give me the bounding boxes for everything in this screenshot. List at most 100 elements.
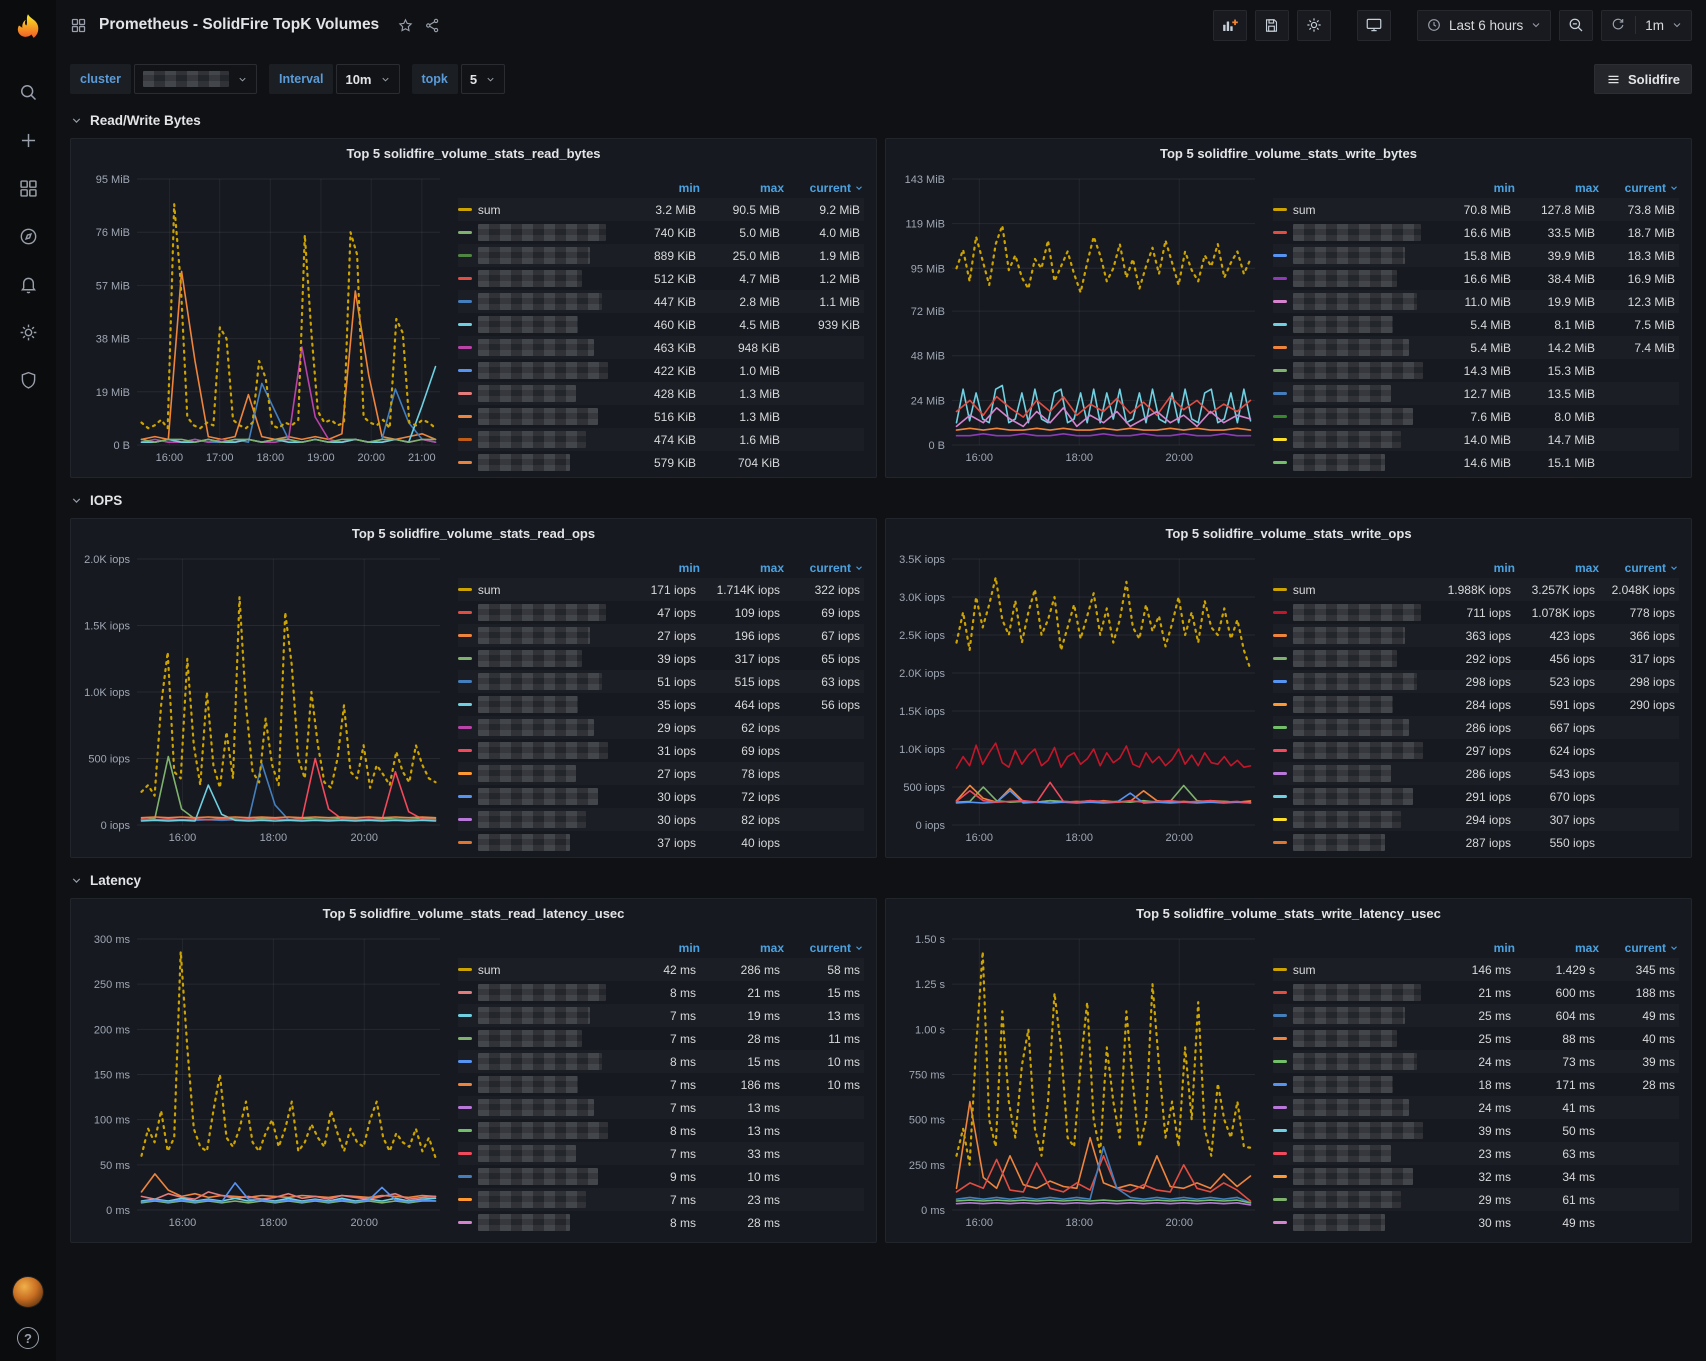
legend-sort-min[interactable]: min <box>1441 181 1515 195</box>
redacted-series-name[interactable] <box>1292 385 1391 402</box>
panel-title[interactable]: Top 5 solidfire_volume_stats_read_bytes <box>71 146 876 161</box>
redacted-series-name[interactable] <box>477 765 576 782</box>
refresh-button[interactable]: 1m <box>1601 9 1692 41</box>
redacted-series-name[interactable] <box>477 1168 598 1185</box>
redacted-series-name[interactable] <box>477 247 590 264</box>
redacted-series-name[interactable] <box>1292 1076 1393 1093</box>
series-name[interactable]: sum <box>478 583 626 597</box>
grafana-logo[interactable] <box>10 12 46 48</box>
legend-sort-max[interactable]: max <box>1515 561 1599 575</box>
dashboards-icon[interactable] <box>18 178 39 199</box>
redacted-series-name[interactable] <box>477 1122 608 1139</box>
panel-title[interactable]: Top 5 solidfire_volume_stats_write_bytes <box>886 146 1691 161</box>
redacted-series-name[interactable] <box>1292 1099 1409 1116</box>
legend-sort-current[interactable]: current <box>784 181 864 195</box>
redacted-series-name[interactable] <box>1292 293 1417 310</box>
redacted-series-name[interactable] <box>1292 270 1397 287</box>
redacted-series-name[interactable] <box>1292 316 1393 333</box>
legend-sort-current[interactable]: current <box>784 561 864 575</box>
panel-title[interactable]: Top 5 solidfire_volume_stats_read_ops <box>71 526 876 541</box>
redacted-series-name[interactable] <box>477 316 578 333</box>
row-header-read-write-bytes[interactable]: Read/Write Bytes <box>70 108 1692 132</box>
dashboard-settings-icon[interactable] <box>1296 9 1331 41</box>
explore-compass-icon[interactable] <box>18 226 39 247</box>
redacted-series-name[interactable] <box>477 811 586 828</box>
legend-sort-max[interactable]: max <box>1515 941 1599 955</box>
zoom-out-button[interactable] <box>1559 9 1594 41</box>
time-series-chart[interactable]: 16:00 18:00 20:00 143 MiB 119 MiB 95 MiB 72 Mi… <box>894 169 1261 471</box>
legend-sort-max[interactable]: max <box>700 561 784 575</box>
settings-gear-icon[interactable] <box>18 322 39 343</box>
redacted-series-name[interactable] <box>477 408 598 425</box>
legend-sort-min[interactable]: min <box>626 561 700 575</box>
redacted-series-name[interactable] <box>477 1007 590 1024</box>
redacted-series-name[interactable] <box>1292 362 1423 379</box>
redacted-series-name[interactable] <box>1292 650 1397 667</box>
admin-shield-icon[interactable] <box>18 370 39 391</box>
redacted-series-name[interactable] <box>1292 627 1405 644</box>
variable-cluster-label[interactable]: cluster <box>70 64 131 94</box>
legend-sort-current[interactable]: current <box>1599 941 1679 955</box>
time-series-chart[interactable]: 16:00 18:00 20:00 300 ms 250 ms 200 ms 150 ms 1… <box>79 929 446 1236</box>
time-series-chart[interactable]: 16:00 18:00 20:00 1.50 s 1.25 s 1.00 s 750 ms 5… <box>894 929 1261 1236</box>
redacted-series-name[interactable] <box>1292 1030 1397 1047</box>
legend-sort-max[interactable]: max <box>1515 181 1599 195</box>
legend-sort-max[interactable]: max <box>700 181 784 195</box>
redacted-series-name[interactable] <box>477 293 602 310</box>
legend-sort-min[interactable]: min <box>1441 561 1515 575</box>
save-dashboard-icon[interactable] <box>1254 9 1289 41</box>
variable-interval-label[interactable]: Interval <box>269 64 334 94</box>
redacted-series-name[interactable] <box>1292 408 1413 425</box>
redacted-series-name[interactable] <box>1292 1145 1391 1162</box>
redacted-series-name[interactable] <box>1292 719 1409 736</box>
create-plus-icon[interactable] <box>18 130 39 151</box>
row-header-iops[interactable]: IOPS <box>70 488 1692 512</box>
redacted-series-name[interactable] <box>477 454 570 471</box>
redacted-series-name[interactable] <box>477 1191 586 1208</box>
redacted-series-name[interactable] <box>477 431 586 448</box>
variable-topk-label[interactable]: topk <box>411 64 458 94</box>
variable-topk-select[interactable]: 5 <box>460 64 506 94</box>
redacted-series-name[interactable] <box>1292 454 1385 471</box>
time-series-chart[interactable]: 16:00 18:00 20:00 3.5K iops 3.0K iops 2.5K io… <box>894 549 1261 851</box>
time-series-chart[interactable]: 16:00 18:00 20:00 2.0K iops 1.5K iops 1.0K io… <box>79 549 446 851</box>
redacted-series-name[interactable] <box>477 984 606 1001</box>
redacted-series-name[interactable] <box>1292 339 1409 356</box>
redacted-series-name[interactable] <box>477 650 582 667</box>
star-icon[interactable] <box>397 17 414 34</box>
redacted-series-name[interactable] <box>477 224 606 241</box>
redacted-series-name[interactable] <box>477 604 606 621</box>
redacted-series-name[interactable] <box>1292 984 1421 1001</box>
dashboard-title[interactable]: Prometheus - SolidFire TopK Volumes <box>99 16 379 34</box>
redacted-series-name[interactable] <box>1292 696 1393 713</box>
legend-sort-min[interactable]: min <box>1441 941 1515 955</box>
redacted-series-name[interactable] <box>477 1030 582 1047</box>
panel-title[interactable]: Top 5 solidfire_volume_stats_write_laten… <box>886 906 1691 921</box>
variable-interval-select[interactable]: 10m <box>336 64 400 94</box>
series-name[interactable]: sum <box>1293 963 1441 977</box>
redacted-series-name[interactable] <box>477 1099 594 1116</box>
redacted-series-name[interactable] <box>477 1076 578 1093</box>
row-header-latency[interactable]: Latency <box>70 868 1692 892</box>
redacted-series-name[interactable] <box>1292 224 1421 241</box>
redacted-series-name[interactable] <box>1292 604 1421 621</box>
redacted-series-name[interactable] <box>1292 1007 1405 1024</box>
redacted-series-name[interactable] <box>1292 765 1391 782</box>
redacted-series-name[interactable] <box>477 385 576 402</box>
redacted-series-name[interactable] <box>477 627 590 644</box>
redacted-series-name[interactable] <box>477 788 598 805</box>
dashboard-links-solidfire-button[interactable]: Solidfire <box>1593 64 1692 94</box>
series-name[interactable]: sum <box>478 203 626 217</box>
series-name[interactable]: sum <box>478 963 626 977</box>
redacted-series-name[interactable] <box>477 673 602 690</box>
variable-cluster-select[interactable] <box>134 64 257 94</box>
share-icon[interactable] <box>424 17 441 34</box>
redacted-series-name[interactable] <box>477 742 608 759</box>
redacted-series-name[interactable] <box>1292 1122 1423 1139</box>
redacted-series-name[interactable] <box>477 270 582 287</box>
panel-title[interactable]: Top 5 solidfire_volume_stats_write_ops <box>886 526 1691 541</box>
redacted-series-name[interactable] <box>477 834 570 851</box>
redacted-series-name[interactable] <box>1292 1191 1401 1208</box>
redacted-series-name[interactable] <box>1292 247 1405 264</box>
redacted-series-name[interactable] <box>477 1214 570 1231</box>
